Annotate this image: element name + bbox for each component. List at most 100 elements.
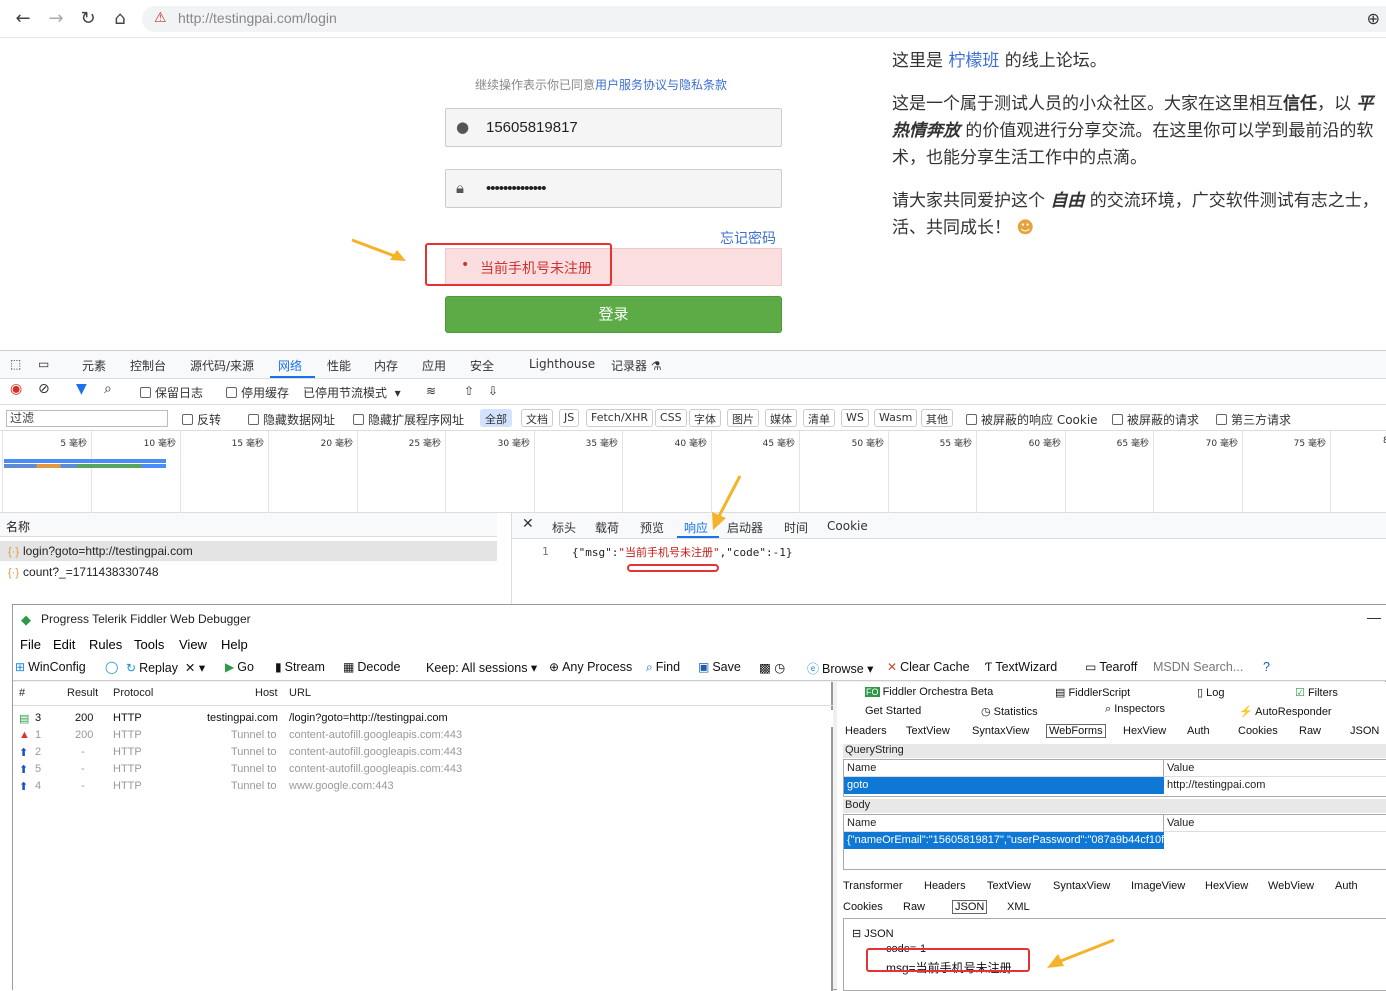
blocked-requests-checkbox[interactable]: 被屏蔽的请求: [1112, 411, 1199, 428]
tab-memory[interactable]: 内存: [374, 357, 398, 374]
tab-fiddlerscript[interactable]: ▤ FiddlerScript: [1055, 686, 1130, 699]
not-secure-icon[interactable]: ⚠: [154, 10, 167, 26]
menu-file[interactable]: File: [20, 637, 41, 652]
reload-icon[interactable]: ↻: [77, 8, 99, 30]
resp-tab-xml[interactable]: XML: [1007, 901, 1030, 913]
tab-response[interactable]: 响应: [684, 519, 708, 536]
chip-js[interactable]: JS: [559, 409, 580, 427]
clear-icon[interactable]: ⊘: [38, 381, 50, 397]
upload-icon[interactable]: ⇧: [464, 384, 474, 398]
req-tab-textview[interactable]: TextView: [906, 725, 950, 737]
resp-tab-syntaxview[interactable]: SyntaxView: [1053, 880, 1110, 892]
download-icon[interactable]: ⇩: [488, 384, 498, 398]
chip-media[interactable]: 媒体: [765, 409, 797, 427]
textwizard-button[interactable]: Ƭ TextWizard: [985, 660, 1057, 674]
chip-ws[interactable]: WS: [841, 409, 869, 427]
body-name-cell[interactable]: {"nameOrEmail":"15605819817","userPasswo…: [844, 832, 1164, 849]
table-row[interactable]: ⬆ 5 - HTTP Tunnel to content-autofill.go…: [13, 761, 833, 778]
resp-tab-webview[interactable]: WebView: [1268, 880, 1314, 892]
chip-doc[interactable]: 文档: [521, 409, 553, 427]
tab-network[interactable]: 网络: [278, 357, 302, 374]
resp-tab-auth[interactable]: Auth: [1335, 880, 1358, 892]
req-tab-webforms[interactable]: WebForms: [1046, 724, 1106, 738]
tab-cookies[interactable]: Cookie: [827, 519, 868, 533]
req-tab-hexview[interactable]: HexView: [1123, 725, 1166, 737]
tab-application[interactable]: 应用: [422, 357, 446, 374]
name-column-header[interactable]: 名称: [0, 513, 497, 537]
col-host[interactable]: Host: [255, 687, 278, 699]
tab-lighthouse[interactable]: Lighthouse: [529, 357, 595, 371]
msdn-search-input[interactable]: MSDN Search...: [1153, 660, 1243, 674]
clear-cache-button[interactable]: ✕ Clear Cache: [887, 660, 970, 674]
tab-inspectors[interactable]: ⌕ Inspectors: [1105, 703, 1165, 716]
menu-tools[interactable]: Tools: [134, 637, 164, 652]
col-result[interactable]: Result: [67, 687, 98, 699]
req-tab-headers[interactable]: Headers: [845, 725, 887, 737]
inspect-icon[interactable]: ⬚: [10, 357, 21, 371]
any-process-button[interactable]: ⊕ Any Process: [549, 660, 632, 674]
tab-elements[interactable]: 元素: [82, 357, 106, 374]
chip-other[interactable]: 其他: [921, 409, 953, 427]
tearoff-button[interactable]: ▭ Tearoff: [1085, 660, 1137, 674]
req-tab-raw[interactable]: Raw: [1299, 725, 1321, 737]
address-bar[interactable]: ⚠ http://testingpai.com/login ⊕: [142, 6, 1386, 32]
tab-filters[interactable]: ☑ Filters: [1295, 686, 1338, 699]
resp-tab-transformer[interactable]: Transformer: [843, 880, 903, 892]
browse-button[interactable]: ⓔ Browse ▾: [807, 660, 873, 677]
tab-headers[interactable]: 标头: [552, 519, 576, 536]
login-button[interactable]: 登录: [445, 296, 782, 333]
disable-cache-checkbox[interactable]: 停用缓存: [226, 384, 289, 401]
winconfig-button[interactable]: ⊞ WinConfig: [15, 660, 86, 674]
json-root-node[interactable]: ⊟ JSON: [852, 927, 894, 940]
close-icon[interactable]: ✕: [522, 516, 534, 532]
third-party-checkbox[interactable]: 第三方请求: [1216, 411, 1291, 428]
find-button[interactable]: ⌕ Find: [646, 660, 680, 675]
keep-sessions-dropdown[interactable]: Keep: All sessions ▾: [426, 660, 537, 675]
help-icon[interactable]: ?: [1263, 660, 1270, 674]
resp-tab-imageview[interactable]: ImageView: [1131, 880, 1185, 892]
tab-security[interactable]: 安全: [470, 357, 494, 374]
col-protocol[interactable]: Protocol: [113, 687, 153, 699]
menu-rules[interactable]: Rules: [89, 637, 122, 652]
tab-statistics[interactable]: ◷ Statistics: [981, 705, 1038, 718]
tab-console[interactable]: 控制台: [130, 357, 166, 374]
minimize-icon[interactable]: —: [1367, 609, 1381, 625]
tab-payload[interactable]: 载荷: [595, 519, 619, 536]
back-icon[interactable]: ←: [12, 8, 34, 30]
phone-field[interactable]: ● 15605819817: [445, 108, 782, 147]
resp-tab-headers[interactable]: Headers: [924, 880, 966, 892]
filter-icon[interactable]: ▼: [76, 381, 87, 397]
resp-tab-textview[interactable]: TextView: [987, 880, 1031, 892]
forgot-password-link[interactable]: 忘记密码: [720, 228, 776, 248]
invert-checkbox[interactable]: 反转: [182, 411, 221, 428]
tab-sources[interactable]: 源代码/来源: [190, 357, 254, 374]
replay-button[interactable]: ↻ Replay ✕ ▾: [126, 660, 205, 675]
chip-fetch[interactable]: Fetch/XHR: [586, 409, 653, 427]
resp-tab-raw[interactable]: Raw: [903, 901, 925, 913]
tab-timing[interactable]: 时间: [784, 519, 808, 536]
menu-edit[interactable]: Edit: [53, 637, 75, 652]
tab-log[interactable]: ▯ Log: [1197, 686, 1224, 699]
chip-manifest[interactable]: 清单: [803, 409, 835, 427]
save-button[interactable]: ▣ Save: [698, 660, 741, 674]
col-url[interactable]: URL: [289, 687, 311, 699]
request-row-login[interactable]: {·} login?goto=http://testingpai.com: [0, 541, 497, 561]
tab-recorder[interactable]: 记录器 ⚗: [611, 357, 662, 374]
table-row[interactable]: ⬆ 4 - HTTP Tunnel to www.google.com:443: [13, 778, 833, 795]
decode-button[interactable]: ▦ Decode: [343, 660, 400, 674]
query-name-cell[interactable]: goto: [844, 777, 1164, 794]
req-tab-auth[interactable]: Auth: [1187, 725, 1210, 737]
tab-get-started[interactable]: Get Started: [865, 705, 921, 717]
tab-performance[interactable]: 性能: [327, 357, 351, 374]
chip-font[interactable]: 字体: [689, 409, 721, 427]
resp-tab-json[interactable]: JSON: [952, 900, 988, 914]
comment-icon[interactable]: ◯: [105, 660, 121, 674]
tab-autoresponder[interactable]: ⚡ AutoResponder: [1239, 705, 1332, 718]
wifi-icon[interactable]: ≋: [426, 384, 436, 398]
tab-orchestra[interactable]: FO Fiddler Orchestra Beta: [865, 686, 993, 698]
preserve-log-checkbox[interactable]: 保留日志: [140, 384, 203, 401]
screenshot-icon[interactable]: ▩ ◷: [759, 660, 785, 675]
menu-help[interactable]: Help: [221, 637, 248, 652]
menu-view[interactable]: View: [179, 637, 207, 652]
req-tab-cookies[interactable]: Cookies: [1238, 725, 1278, 737]
